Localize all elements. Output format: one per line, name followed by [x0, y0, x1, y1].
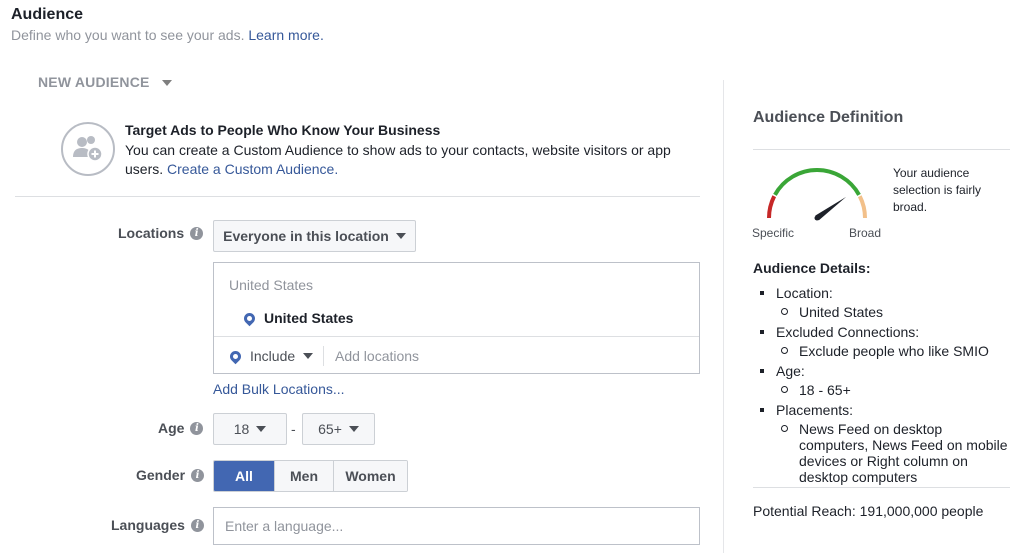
- language-input[interactable]: Enter a language...: [213, 507, 700, 545]
- input-divider: [323, 346, 324, 366]
- details-item: Age:: [753, 362, 1015, 380]
- location-mode-value: Everyone in this location: [223, 228, 389, 244]
- panel-divider: [723, 80, 724, 553]
- details-item: Location:: [753, 284, 1015, 302]
- create-custom-audience-link[interactable]: Create a Custom Audience.: [167, 161, 338, 177]
- info-icon[interactable]: i: [190, 421, 204, 435]
- info-icon[interactable]: i: [190, 226, 204, 240]
- custom-audience-text: You can create a Custom Audience to show…: [125, 141, 685, 179]
- location-hint: United States: [229, 277, 314, 293]
- gauge-needle: [815, 196, 847, 221]
- age-max-value: 65+: [318, 421, 342, 437]
- languages-label: Languages i: [111, 517, 204, 533]
- add-bulk-locations-link[interactable]: Add Bulk Locations...: [213, 381, 345, 397]
- divider: [15, 196, 700, 197]
- age-label-text: Age: [158, 420, 185, 436]
- new-audience-label: NEW AUDIENCE: [38, 74, 150, 90]
- potential-reach: Potential Reach: 191,000,000 people: [753, 503, 984, 519]
- gauge-description: Your audience selection is fairly broad.: [893, 166, 982, 214]
- locations-label: Locations i: [118, 225, 204, 241]
- location-pin-icon: [241, 310, 258, 326]
- details-subitem: 18 - 65+: [753, 382, 1015, 398]
- chevron-down-icon: [395, 233, 406, 239]
- gender-men-button[interactable]: Men: [274, 461, 333, 491]
- new-audience-dropdown[interactable]: NEW AUDIENCE: [38, 74, 172, 90]
- gauge-broad-label: Broad: [849, 226, 882, 240]
- age-min-dropdown[interactable]: 18: [213, 413, 287, 445]
- languages-label-text: Languages: [111, 517, 185, 533]
- selected-location[interactable]: United States: [241, 310, 354, 326]
- gender-label-text: Gender: [136, 467, 186, 483]
- selected-location-text: United States: [264, 310, 354, 326]
- subtitle-text: Define who you want to see your ads.: [11, 27, 245, 43]
- divider: [753, 487, 1010, 488]
- gauge-specific-label: Specific: [752, 226, 795, 240]
- add-locations-input[interactable]: Add locations: [335, 348, 419, 364]
- custom-audience-title: Target Ads to People Who Know Your Busin…: [125, 122, 441, 138]
- divider: [753, 149, 1010, 150]
- details-item: Excluded Connections:: [753, 323, 1015, 341]
- location-input-bar: Include Add locations: [214, 336, 699, 374]
- details-subitem: Exclude people who like SMIO: [753, 343, 1015, 359]
- include-dropdown[interactable]: Include: [227, 348, 314, 364]
- learn-more-link[interactable]: Learn more.: [248, 27, 323, 43]
- age-separator: -: [291, 421, 296, 437]
- chevron-down-icon: [348, 426, 359, 432]
- age-label: Age i: [158, 420, 204, 436]
- gender-selector: All Men Women: [213, 460, 408, 492]
- locations-box: United States United States Include Add …: [213, 262, 700, 374]
- chevron-down-icon: [303, 353, 314, 359]
- audience-definition-title: Audience Definition: [753, 109, 904, 126]
- location-mode-dropdown[interactable]: Everyone in this location: [213, 220, 416, 252]
- age-min-value: 18: [233, 421, 250, 437]
- chevron-down-icon: [161, 80, 172, 86]
- details-subitem: News Feed on desktop computers, News Fee…: [753, 421, 1015, 485]
- details-item: Placements:: [753, 401, 1015, 419]
- gender-women-button[interactable]: Women: [333, 461, 407, 491]
- add-people-icon: [61, 122, 115, 176]
- audience-gauge: [752, 160, 882, 224]
- gender-label: Gender i: [136, 467, 205, 483]
- location-pin-icon: [227, 348, 244, 364]
- gender-all-button[interactable]: All: [214, 461, 274, 491]
- info-icon[interactable]: i: [190, 518, 204, 532]
- age-max-dropdown[interactable]: 65+: [302, 413, 375, 445]
- page-title: Audience: [11, 6, 84, 23]
- info-icon[interactable]: i: [191, 468, 205, 482]
- locations-label-text: Locations: [118, 225, 185, 241]
- chevron-down-icon: [256, 426, 267, 432]
- details-subitem: United States: [753, 304, 1015, 320]
- page-subtitle: Define who you want to see your ads. Lea…: [11, 27, 324, 43]
- audience-details-title: Audience Details:: [753, 260, 871, 276]
- audience-details-list: Location: United States Excluded Connect…: [753, 283, 1015, 488]
- include-label: Include: [250, 348, 296, 364]
